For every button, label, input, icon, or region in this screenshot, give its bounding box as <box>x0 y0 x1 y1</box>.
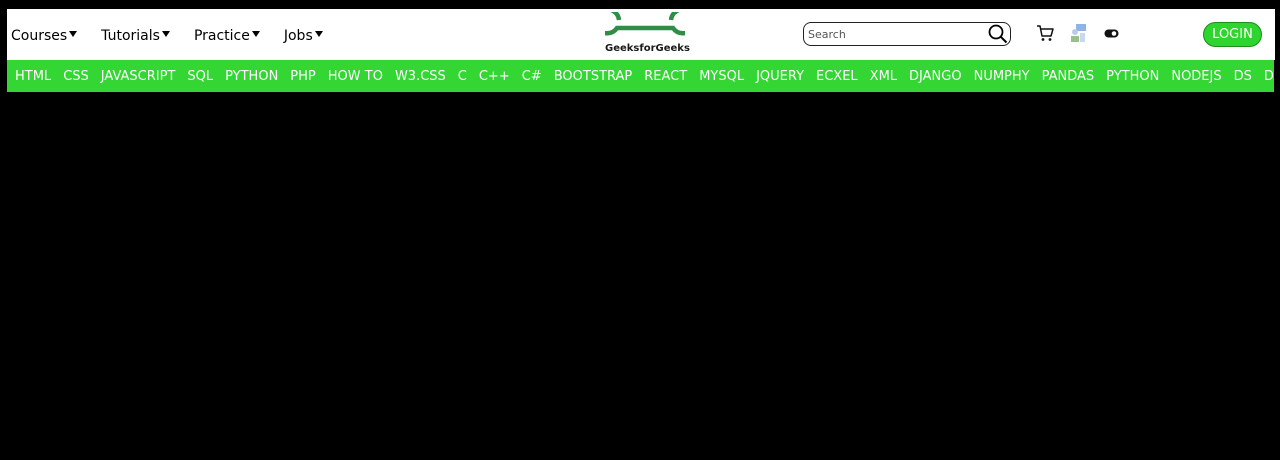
topic-link-sql[interactable]: SQL <box>187 69 213 84</box>
topic-link-c-[interactable]: C++ <box>479 69 510 84</box>
topics-bar: HTML CSS JAVASCRIPT SQL PYTHON PHP HOW TO W3.CS… <box>7 60 1274 92</box>
topic-link-data[interactable]: DATA <box>1264 69 1274 84</box>
search-bar <box>803 22 1011 46</box>
topic-link-python[interactable]: PYTHON <box>225 69 278 84</box>
topic-link-python[interactable]: PYTHON <box>1106 69 1159 84</box>
topic-link-bootstrap[interactable]: BOOTSTRAP <box>554 69 633 84</box>
search-input[interactable] <box>806 26 985 42</box>
topic-link-css[interactable]: CSS <box>63 69 89 84</box>
user-icon[interactable] <box>1069 23 1087 43</box>
login-button-label: LOGIN <box>1212 27 1253 42</box>
main-nav: Courses Tutorials Practice Jobs <box>11 9 347 60</box>
nav-practice[interactable]: Practice <box>194 26 260 44</box>
topic-link-how-to[interactable]: HOW TO <box>328 69 383 84</box>
topic-link-php[interactable]: PHP <box>290 69 315 84</box>
logo-wordmark: GeeksforGeeks <box>605 43 690 54</box>
nav-jobs[interactable]: Jobs <box>284 26 323 44</box>
topic-link-w3-css[interactable]: W3.CSS <box>395 69 446 84</box>
topic-link-jquery[interactable]: JQUERY <box>756 69 804 84</box>
cart-icon[interactable] <box>1036 24 1054 42</box>
topic-link-nodejs[interactable]: NODEJS <box>1171 69 1221 84</box>
topic-link-ds[interactable]: DS <box>1234 69 1252 84</box>
topic-link-c[interactable]: C <box>458 69 467 84</box>
nav-tutorials-label: Tutorials <box>101 27 160 44</box>
caret-down-icon <box>251 30 260 37</box>
nav-jobs-label: Jobs <box>283 27 313 44</box>
topic-link-mysql[interactable]: MYSQL <box>699 69 744 84</box>
topics-list: HTML CSS JAVASCRIPT SQL PYTHON PHP HOW TO W3.CS… <box>7 60 1274 92</box>
top-header: Courses Tutorials Practice Jobs Geeksfor… <box>7 7 1275 60</box>
topic-link-django[interactable]: DJANGO <box>909 69 962 84</box>
search-icon[interactable] <box>988 24 1008 44</box>
topic-link-xml[interactable]: XML <box>870 69 897 84</box>
topic-link-javascript[interactable]: JAVASCRIPT <box>101 69 176 84</box>
caret-down-icon <box>69 30 78 37</box>
login-button[interactable]: LOGIN <box>1203 22 1262 47</box>
toggle-icon[interactable] <box>1104 29 1119 38</box>
site-logo[interactable]: GeeksforGeeks <box>592 7 698 56</box>
topic-link-pandas[interactable]: PANDAS <box>1042 69 1095 84</box>
nav-practice-label: Practice <box>193 27 250 44</box>
topic-link-react[interactable]: REACT <box>644 69 687 84</box>
nav-tutorials[interactable]: Tutorials <box>101 26 170 44</box>
gfg-logo-icon <box>592 7 698 36</box>
caret-down-icon <box>314 30 323 37</box>
topic-link-c-[interactable]: C# <box>522 69 542 84</box>
nav-courses[interactable]: Courses <box>11 26 78 44</box>
topic-link-numphy[interactable]: NUMPHY <box>974 69 1030 84</box>
topic-link-ecxel[interactable]: ECXEL <box>816 69 858 84</box>
nav-courses-label: Courses <box>11 27 68 44</box>
topic-link-html[interactable]: HTML <box>15 69 51 84</box>
caret-down-icon <box>161 30 170 37</box>
